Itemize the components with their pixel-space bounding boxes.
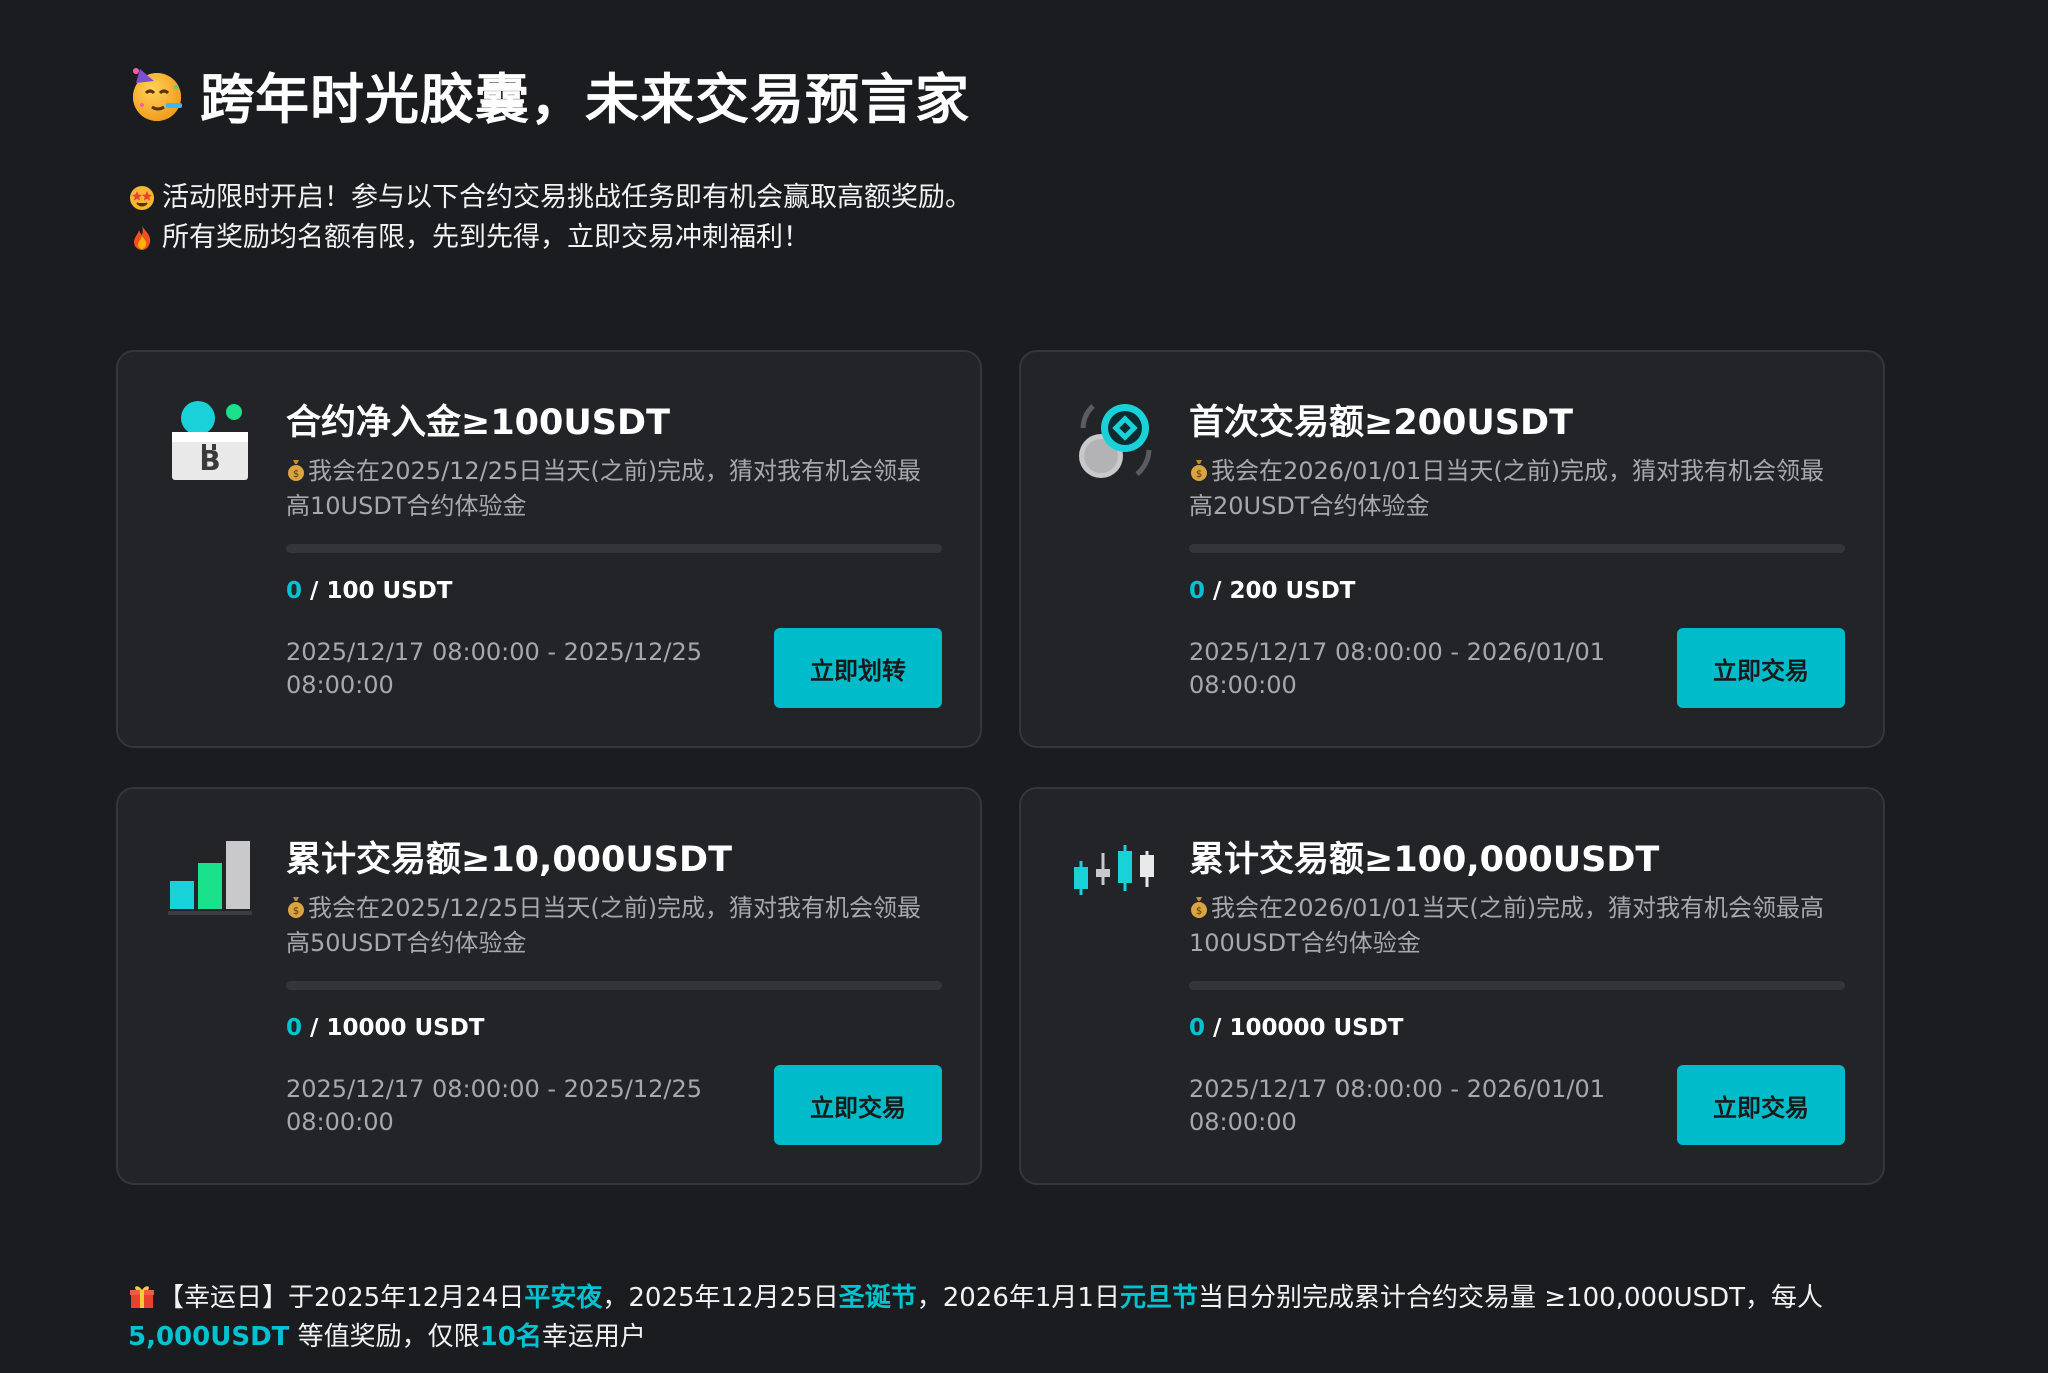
task-description: $ 我会在2026/01/01当天(之前)完成，猜对我有机会领最高100USDT… xyxy=(1189,891,1839,961)
task-card-cumulative-100k: 累计交易额≥100,000USDT $ 我会在2026/01/01当天(之前)完… xyxy=(1019,787,1885,1185)
task-description-text: 我会在2025/12/25日当天(之前)完成，猜对我有机会领最高50USDT合约… xyxy=(286,894,922,957)
task-description-text: 我会在2026/01/01日当天(之前)完成，猜对我有机会领最高20USDT合约… xyxy=(1189,457,1825,520)
task-card-first-trade: 首次交易额≥200USDT $ 我会在2026/01/01日当天(之前)完成，猜… xyxy=(1019,350,1885,748)
bar-chart-icon xyxy=(168,835,252,919)
trade-now-button[interactable]: 立即交易 xyxy=(1677,628,1845,708)
footer-highlight-christmas-eve: 平安夜 xyxy=(524,1283,603,1313)
footer-highlight-christmas: 圣诞节 xyxy=(838,1283,917,1313)
task-title: 累计交易额≥100,000USDT xyxy=(1189,840,1660,880)
progress-target: / 100 USDT xyxy=(310,578,453,604)
star-struck-icon xyxy=(128,184,156,212)
progress-value: 0 / 200 USDT xyxy=(1189,578,1355,604)
progress-target: / 100000 USDT xyxy=(1213,1015,1404,1041)
svg-text:$: $ xyxy=(1196,906,1202,917)
footer-text-4: 当日分别完成累计合约交易量 ≥100,000USDT，每人 xyxy=(1198,1283,1824,1313)
lucky-day-notice: 【幸运日】于2025年12月24日平安夜，2025年12月25日圣诞节，2026… xyxy=(128,1279,1888,1357)
progress-current: 0 xyxy=(286,1015,303,1041)
money-bag-icon: $ xyxy=(286,894,306,918)
task-title: 首次交易额≥200USDT xyxy=(1189,403,1573,443)
task-time-range: 2025/12/17 08:00:00 - 2026/01/01 08:00:0… xyxy=(1189,1075,1605,1136)
task-card-cumulative-10k: 累计交易额≥10,000USDT $ 我会在2025/12/25日当天(之前)完… xyxy=(116,787,982,1185)
footer-highlight-reward: 5,000USDT xyxy=(128,1322,290,1352)
footer-highlight-new-year: 元旦节 xyxy=(1119,1283,1198,1313)
svg-text:$: $ xyxy=(1196,469,1202,480)
svg-text:$: $ xyxy=(293,469,299,480)
intro-line-2: 所有奖励均名额有限，先到先得，立即交易冲刺福利！ xyxy=(128,218,972,258)
footer-text-5: 等值奖励，仅限 xyxy=(289,1322,480,1352)
task-time-range: 2025/12/17 08:00:00 - 2025/12/25 08:00:0… xyxy=(286,1075,702,1136)
fire-icon xyxy=(128,224,156,252)
progress-value: 0 / 10000 USDT xyxy=(286,1015,485,1041)
intro-line-2-text: 所有奖励均名额有限，先到先得，立即交易冲刺福利！ xyxy=(162,222,810,253)
page-header: 跨年时光胶囊，未来交易预言家 xyxy=(128,58,970,131)
task-description: $ 我会在2026/01/01日当天(之前)完成，猜对我有机会领最高20USDT… xyxy=(1189,454,1839,524)
task-description-text: 我会在2026/01/01当天(之前)完成，猜对我有机会领最高100USDT合约… xyxy=(1189,894,1825,957)
wallet-deposit-icon: B xyxy=(168,398,252,482)
footer-text-1: 【幸运日】于2025年12月24日 xyxy=(158,1283,525,1313)
task-description-text: 我会在2025/12/25日当天(之前)完成，猜对我有机会领最高10USDT合约… xyxy=(286,457,922,520)
footer-text-3: ，2026年1月1日 xyxy=(916,1283,1120,1313)
page-title: 跨年时光胶囊，未来交易预言家 xyxy=(200,67,970,131)
progress-bar xyxy=(1189,981,1845,990)
progress-bar xyxy=(1189,544,1845,553)
money-bag-icon: $ xyxy=(286,457,306,481)
task-time-range: 2025/12/17 08:00:00 - 2025/12/25 08:00:0… xyxy=(286,638,702,699)
task-title: 合约净入金≥100USDT xyxy=(286,403,670,443)
footer-text-6: 幸运用户 xyxy=(541,1322,646,1352)
footer-text-2: ，2025年12月25日 xyxy=(602,1283,839,1313)
progress-current: 0 xyxy=(286,578,303,604)
task-description: $ 我会在2025/12/25日当天(之前)完成，猜对我有机会领最高50USDT… xyxy=(286,891,936,961)
money-bag-icon: $ xyxy=(1189,894,1209,918)
intro-text: 活动限时开启！参与以下合约交易挑战任务即有机会赢取高额奖励。 所有奖励均名额有限… xyxy=(128,178,972,258)
task-title: 累计交易额≥10,000USDT xyxy=(286,840,732,880)
progress-target: / 10000 USDT xyxy=(310,1015,485,1041)
money-bag-icon: $ xyxy=(1189,457,1209,481)
progress-value: 0 / 100 USDT xyxy=(286,578,452,604)
trade-now-button[interactable]: 立即交易 xyxy=(1677,1065,1845,1145)
intro-line-1: 活动限时开启！参与以下合约交易挑战任务即有机会赢取高额奖励。 xyxy=(128,178,972,218)
page: 跨年时光胶囊，未来交易预言家 活动限时开启！参与以下合约交易挑战任务即有机会赢取… xyxy=(0,0,2048,1373)
progress-target: / 200 USDT xyxy=(1213,578,1356,604)
transfer-now-button[interactable]: 立即划转 xyxy=(774,628,942,708)
task-description: $ 我会在2025/12/25日当天(之前)完成，猜对我有机会领最高10USDT… xyxy=(286,454,936,524)
svg-text:$: $ xyxy=(293,906,299,917)
footer-highlight-winners: 10名 xyxy=(479,1322,542,1352)
task-card-net-deposit: B 合约净入金≥100USDT $ 我会在2025/12/25日当天(之前)完成… xyxy=(116,350,982,748)
progress-current: 0 xyxy=(1189,1015,1206,1041)
intro-line-1-text: 活动限时开启！参与以下合约交易挑战任务即有机会赢取高额奖励。 xyxy=(162,182,972,213)
task-time-range: 2025/12/17 08:00:00 - 2026/01/01 08:00:0… xyxy=(1189,638,1605,699)
candlestick-icon xyxy=(1071,835,1155,919)
progress-bar xyxy=(286,544,942,553)
party-face-icon xyxy=(128,65,186,123)
gift-icon xyxy=(128,1282,156,1310)
progress-current: 0 xyxy=(1189,578,1206,604)
progress-value: 0 / 100000 USDT xyxy=(1189,1015,1404,1041)
progress-bar xyxy=(286,981,942,990)
coins-exchange-icon xyxy=(1071,398,1155,482)
trade-now-button[interactable]: 立即交易 xyxy=(774,1065,942,1145)
